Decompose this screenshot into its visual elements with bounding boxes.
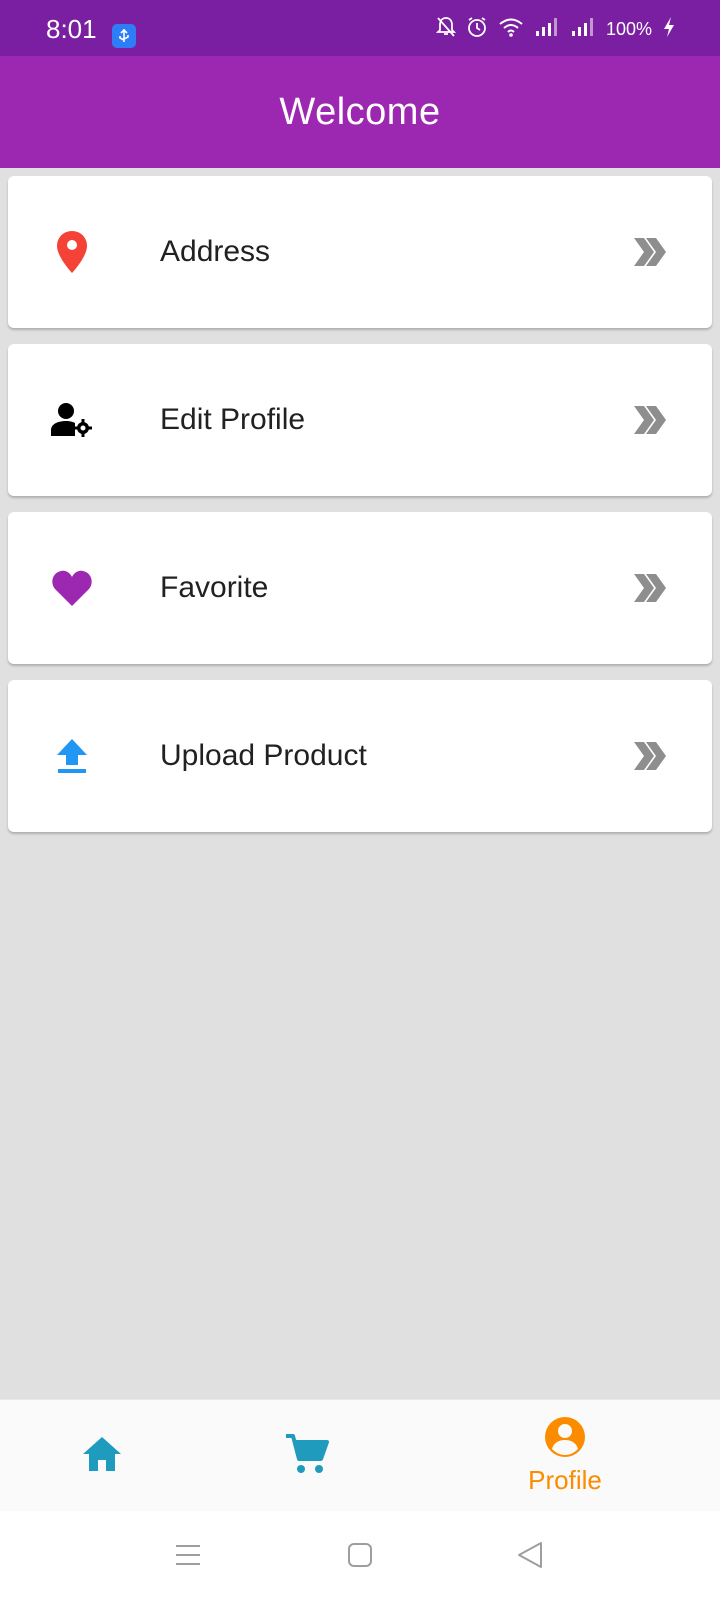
page-title: Welcome [279,90,441,133]
nav-home[interactable] [2,1400,202,1512]
heart-icon [48,564,96,612]
bottom-nav: Profile [0,1399,720,1511]
nav-cart[interactable] [207,1400,407,1512]
battery-level: 100% [605,19,652,39]
account-circle-icon [544,1416,586,1463]
menu-icon[interactable] [172,1539,204,1571]
signal-icon [534,17,560,42]
status-time: 8:01 [46,14,97,44]
user-settings-icon [48,396,96,444]
signal-icon [570,17,596,42]
double-chevron-right-icon [632,404,668,436]
wifi-icon [498,17,524,42]
notifications-off-icon [435,16,457,43]
home-square-icon[interactable] [344,1539,376,1571]
status-bar: 8:01 100% [0,0,720,56]
double-chevron-right-icon [632,572,668,604]
location-pin-icon [48,228,96,276]
system-nav-bar [0,1511,720,1600]
cart-icon [285,1433,329,1480]
menu-item-favorite[interactable]: Favorite [8,512,712,664]
profile-menu: Address Edit Profile Favorite Upload Pro… [8,176,712,848]
nav-profile[interactable]: Profile [465,1400,665,1512]
menu-item-label: Upload Product [160,739,367,772]
app-bar: Welcome [0,56,720,168]
back-icon[interactable] [514,1539,546,1571]
double-chevron-right-icon [632,740,668,772]
menu-item-edit-profile[interactable]: Edit Profile [8,344,712,496]
menu-item-label: Address [160,235,271,268]
status-icons: 100% [435,16,676,43]
alarm-icon [466,16,488,43]
menu-item-label: Edit Profile [160,403,306,436]
menu-item-label: Favorite [160,571,269,604]
charging-icon [662,16,676,43]
menu-item-upload-product[interactable]: Upload Product [8,680,712,832]
double-chevron-right-icon [632,236,668,268]
nav-profile-label: Profile [528,1465,602,1495]
home-icon [81,1435,123,1478]
upload-icon [48,732,96,780]
menu-item-address[interactable]: Address [8,176,712,328]
usb-icon [112,24,136,48]
